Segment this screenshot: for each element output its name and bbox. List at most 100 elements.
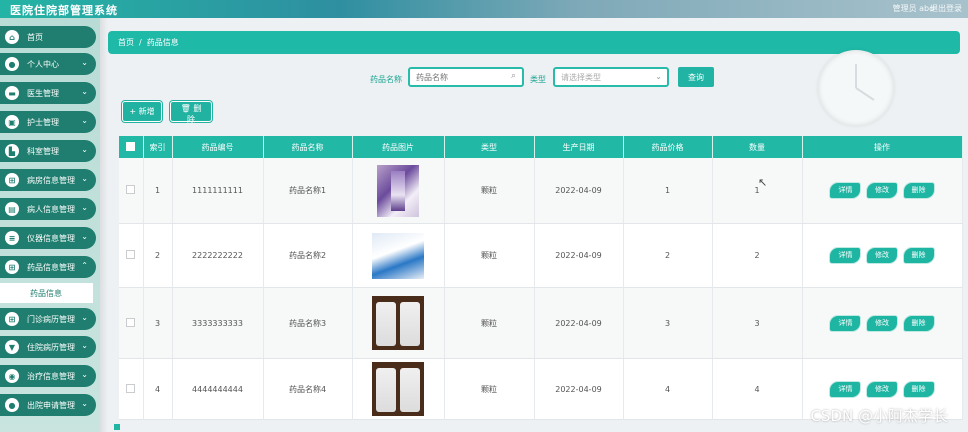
header-index: 索引 (143, 136, 173, 158)
edit-button[interactable]: 修改 (867, 183, 897, 198)
scroll-handle[interactable] (114, 424, 120, 430)
header-actions: 操作 (802, 136, 963, 158)
sidebar-item-label: 仪器信息管理 (27, 233, 75, 243)
edit-button[interactable]: 修改 (867, 315, 897, 331)
detail-button[interactable]: 详情 (830, 315, 861, 331)
detail-button[interactable]: 详情 (830, 183, 861, 198)
sidebar-item-departments[interactable]: ▙ 科室管理 ⌄ (0, 140, 96, 162)
row-checkbox[interactable] (126, 185, 136, 194)
header-image: 药品图片 (352, 136, 445, 158)
breadcrumb-home[interactable]: 首页 (118, 37, 134, 48)
sidebar-item-doctors[interactable]: ▬ 医生管理 ⌄ (0, 82, 96, 104)
breadcrumb-current: 药品信息 (146, 38, 179, 47)
row-price: 4 (623, 358, 713, 420)
sidebar-item-label: 个人中心 (27, 59, 59, 69)
row-qty: 1 (712, 158, 803, 224)
row-delete-button[interactable]: 删除 (903, 248, 934, 263)
row-delete-button[interactable]: 删除 (903, 381, 934, 397)
grid-icon: ⊞ (5, 312, 19, 326)
watermark: CSDN @小阿杰学长 (810, 407, 948, 425)
row-index: 1 (143, 158, 173, 224)
clock-decoration (818, 50, 894, 126)
chevron-down-icon: ⌄ (81, 174, 88, 183)
row-type: 颗粒 (444, 158, 535, 224)
medicine-name-input[interactable] (408, 67, 524, 87)
sidebar: ⌂ 首页 ● 个人中心 ⌄ ▬ 医生管理 ⌄ ▣ 护士管理 ⌄ ▙ 科室管理 ⌄… (0, 18, 100, 432)
sidebar-subitem-medicine-info[interactable]: 药品信息 (0, 283, 93, 303)
row-delete-button[interactable]: 删除 (903, 315, 934, 331)
row-checkbox[interactable] (126, 317, 136, 327)
sidebar-item-label: 病房信息管理 (27, 175, 75, 185)
detail-button[interactable]: 详情 (830, 248, 861, 263)
medicine-image (372, 296, 424, 350)
row-type: 颗粒 (444, 223, 535, 288)
row-code: 3333333333 (172, 287, 264, 359)
header-type: 类型 (444, 136, 535, 158)
sidebar-item-treatment[interactable]: ◉ 治疗信息管理 ⌄ (0, 365, 96, 387)
sidebar-item-discharge[interactable]: ● 出院申请管理 ⌄ (0, 394, 96, 416)
row-qty: 2 (712, 223, 803, 288)
chevron-down-icon: ⌄ (81, 399, 88, 408)
query-button[interactable]: 查询 (678, 67, 714, 87)
select-all-header[interactable] (119, 136, 144, 158)
add-button[interactable]: + 新增 (122, 101, 162, 122)
chevron-down-icon: ⌄ (81, 116, 88, 125)
detail-button[interactable]: 详情 (830, 381, 861, 397)
delete-button[interactable]: 🗑 删除 (170, 101, 212, 124)
logout-link[interactable]: 退出登录 (930, 3, 962, 14)
table-row: 2 2222222222 药品名称2 颗粒 2022-04-09 2 2 详情 … (119, 223, 963, 288)
header-qty: 数量 (712, 136, 803, 158)
building-icon: ▙ (5, 144, 19, 158)
grid-icon: ⊞ (5, 173, 19, 187)
type-select[interactable]: 请选择类型 ⌄ (553, 67, 669, 87)
sidebar-item-equipment[interactable]: ≡ 仪器信息管理 ⌄ (0, 227, 96, 249)
medicine-table: 索引 药品编号 药品名称 药品图片 类型 生产日期 药品价格 数量 操作 1 1… (119, 136, 963, 420)
sidebar-item-label: 医生管理 (27, 88, 59, 98)
chevron-down-icon: ⌄ (81, 313, 88, 322)
chevron-up-icon: ⌃ (81, 261, 88, 270)
row-name: 药品名称3 (263, 287, 353, 359)
row-checkbox[interactable] (126, 250, 136, 259)
sidebar-item-label: 病人信息管理 (27, 204, 75, 214)
sidebar-item-wards[interactable]: ⊞ 病房信息管理 ⌄ (0, 169, 96, 191)
header-date: 生产日期 (534, 136, 624, 158)
sidebar-item-outpatient-records[interactable]: ⊞ 门诊病历管理 ⌄ (0, 308, 96, 330)
user-info: 管理员 abo (892, 4, 934, 13)
equipment-icon: ≡ (5, 231, 19, 245)
row-delete-button[interactable]: 删除 (903, 183, 934, 198)
sidebar-item-profile[interactable]: ● 个人中心 ⌄ (0, 53, 96, 75)
breadcrumb-separator: / (139, 38, 142, 47)
table-header-row: 索引 药品编号 药品名称 药品图片 类型 生产日期 药品价格 数量 操作 (119, 136, 963, 158)
row-price: 3 (623, 287, 713, 359)
search-icon: ⌕ (511, 71, 517, 81)
sidebar-item-medicine[interactable]: ⊞ 药品信息管理 ⌃ (0, 256, 96, 278)
chevron-down-icon: ⌄ (81, 58, 88, 67)
sidebar-item-patients[interactable]: ▤ 病人信息管理 ⌄ (0, 198, 96, 220)
row-qty: 4 (712, 358, 803, 420)
table-row: 1 1111111111 药品名称1 颗粒 2022-04-09 1 1 详情 … (119, 158, 963, 224)
header-price: 药品价格 (623, 136, 713, 158)
chevron-down-icon: ⌄ (81, 145, 88, 154)
select-all-checkbox[interactable] (126, 141, 136, 151)
sidebar-item-label: 首页 (27, 32, 43, 42)
edit-button[interactable]: 修改 (867, 248, 897, 263)
top-bar: 医院住院部管理系统 管理员 abo 退出登录 (0, 0, 968, 18)
row-price: 2 (623, 223, 713, 288)
row-type: 颗粒 (444, 287, 535, 359)
header-name: 药品名称 (263, 136, 353, 158)
row-index: 3 (143, 287, 173, 359)
row-index: 4 (143, 358, 173, 420)
app-title: 医院住院部管理系统 (10, 4, 118, 17)
sidebar-item-home[interactable]: ⌂ 首页 (0, 26, 96, 48)
sidebar-shadow (100, 18, 108, 432)
row-index: 2 (143, 223, 173, 288)
medicine-image (372, 362, 424, 416)
edit-button[interactable]: 修改 (867, 381, 897, 397)
chevron-down-icon: ⌄ (81, 87, 88, 96)
sidebar-item-label: 护士管理 (27, 117, 59, 127)
sidebar-item-inpatient-records[interactable]: ▼ 住院病历管理 ⌄ (0, 336, 96, 358)
row-qty: 3 (712, 287, 803, 359)
medicine-image (377, 164, 419, 217)
sidebar-item-nurses[interactable]: ▣ 护士管理 ⌄ (0, 111, 96, 133)
row-checkbox[interactable] (126, 383, 136, 393)
